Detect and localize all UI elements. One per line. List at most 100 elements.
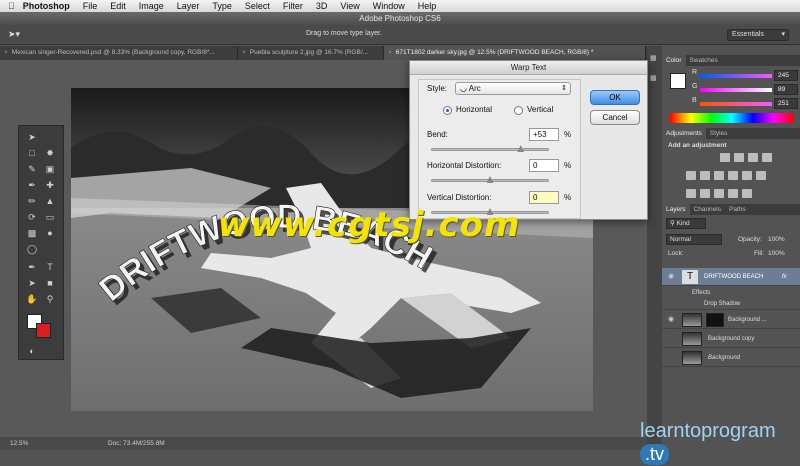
menu-select[interactable]: Select (245, 1, 270, 11)
path-select-icon[interactable]: ➤ (25, 276, 39, 290)
tab-driftwood[interactable]: × 671T1802 darker sky.jpg @ 12.5% (DRIFTW… (384, 46, 646, 60)
layer-name[interactable]: Background ... (728, 311, 767, 329)
menu-view[interactable]: View (340, 1, 359, 11)
slider-b[interactable]: B 251 (670, 97, 798, 110)
b-ramp[interactable] (700, 102, 772, 106)
gradient-tool-icon[interactable]: ▩ (25, 226, 39, 240)
exposure-icon[interactable] (762, 153, 772, 162)
layer-row[interactable]: ◉ Background ... (662, 311, 800, 329)
layer-row[interactable]: □ Background (662, 349, 800, 367)
r-ramp[interactable] (700, 74, 772, 78)
eraser-icon[interactable]: ▭ (43, 210, 57, 224)
close-icon[interactable]: × (242, 49, 246, 56)
hdist-input[interactable]: 0 (529, 159, 559, 172)
posterize-icon[interactable] (700, 189, 710, 198)
properties-icon[interactable]: ▦ (650, 74, 659, 82)
menu-edit[interactable]: Edit (110, 1, 126, 11)
menu-image[interactable]: Image (139, 1, 164, 11)
shape-tool-icon[interactable]: ■ (43, 276, 57, 290)
menu-window[interactable]: Window (373, 1, 405, 11)
g-value[interactable]: 89 (774, 84, 798, 95)
vibrance-icon[interactable] (686, 171, 696, 180)
opacity-value[interactable]: 100% (768, 236, 785, 243)
move-tool-preset-icon[interactable]: ➤▾ (8, 29, 30, 41)
workspace-select[interactable]: Essentials ▾ (727, 29, 789, 41)
lasso-tool-icon[interactable]: ✸ (43, 146, 57, 160)
history-brush-icon[interactable]: ⟳ (25, 210, 39, 224)
healing-brush-icon[interactable]: ✚ (43, 178, 57, 192)
tab-mexican-singer[interactable]: × Mexican singer-Recovered.psd @ 8.33% (B… (0, 46, 238, 60)
channel-mixer-icon[interactable] (756, 171, 766, 180)
menu-3d[interactable]: 3D (316, 1, 328, 11)
tab-puebla-sculpture[interactable]: × Puebla sculpture 2.jpg @ 16.7% (RGB/... (238, 46, 384, 60)
vdist-input[interactable]: 0 (529, 191, 559, 204)
layer-name[interactable]: DRIFTWOOD BEACH (704, 268, 763, 286)
brightness-icon[interactable] (720, 153, 730, 162)
blur-tool-icon[interactable]: ● (43, 226, 57, 240)
layer-filter-select[interactable]: ⚲ Kind (666, 218, 706, 229)
eye-icon[interactable]: □ (668, 354, 677, 362)
tab-styles[interactable]: Styles (706, 128, 732, 139)
g-ramp[interactable] (700, 88, 772, 92)
crop-tool-icon[interactable]: ▣ (43, 162, 57, 176)
move-tool-icon[interactable]: ➤ (25, 130, 39, 144)
horizontal-radio[interactable] (443, 106, 452, 115)
hdist-slider-knob[interactable] (486, 176, 494, 183)
ok-button[interactable]: OK (590, 90, 640, 105)
marquee-tool-icon[interactable]: □ (25, 146, 39, 160)
bend-slider-knob[interactable] (517, 145, 525, 152)
fill-value[interactable]: 100% (768, 250, 785, 257)
layer-mask-thumbnail[interactable] (706, 313, 724, 327)
cancel-button[interactable]: Cancel (590, 110, 640, 125)
quick-mask-icon[interactable]: ◐ (25, 344, 39, 358)
black-white-icon[interactable] (728, 171, 738, 180)
apple-icon[interactable]:  (8, 1, 15, 11)
eye-icon[interactable]: ◉ (668, 273, 677, 281)
brush-tool-icon[interactable]: ✏ (25, 194, 39, 208)
menu-type[interactable]: Type (212, 1, 232, 11)
history-icon[interactable]: ▦ (650, 54, 659, 62)
style-select[interactable]: ◡ Arc ⇕ (455, 82, 571, 95)
slider-g[interactable]: G 89 (670, 83, 798, 96)
background-color-swatch[interactable] (36, 323, 51, 338)
hdist-slider[interactable] (431, 176, 549, 183)
vertical-label[interactable]: Vertical (527, 105, 553, 114)
layer-name[interactable]: Background copy (708, 330, 754, 348)
eye-icon[interactable]: □ (668, 335, 677, 343)
photo-filter-icon[interactable] (742, 171, 752, 180)
dodge-tool-icon[interactable]: ◯ (25, 242, 39, 256)
zoom-level[interactable]: 12.5% (10, 437, 28, 450)
b-value[interactable]: 251 (774, 98, 798, 109)
close-icon[interactable]: × (4, 49, 8, 56)
color-balance-icon[interactable] (714, 171, 724, 180)
clone-stamp-icon[interactable]: ▲ (43, 194, 57, 208)
bend-input[interactable]: +53 (529, 128, 559, 141)
menu-file[interactable]: File (83, 1, 98, 11)
slider-r[interactable]: R 245 (670, 69, 798, 82)
horizontal-label[interactable]: Horizontal (456, 105, 492, 114)
r-value[interactable]: 245 (774, 70, 798, 81)
blend-mode-select[interactable]: Normal (666, 234, 722, 245)
menu-help[interactable]: Help (418, 1, 437, 11)
invert-icon[interactable] (686, 189, 696, 198)
hue-saturation-icon[interactable] (700, 171, 710, 180)
layer-effect-row[interactable]: Drop Shadow (662, 298, 800, 310)
close-icon[interactable]: × (388, 49, 392, 56)
fx-icon[interactable]: fx (782, 268, 787, 286)
menu-app[interactable]: Photoshop (23, 1, 70, 11)
layer-row[interactable]: ◉ T DRIFTWOOD BEACH fx (662, 268, 800, 286)
hand-tool-icon[interactable]: ✋ (25, 292, 39, 306)
eyedropper-icon[interactable]: ✒ (25, 178, 39, 192)
vertical-radio[interactable] (514, 106, 523, 115)
threshold-icon[interactable] (714, 189, 724, 198)
tab-paths[interactable]: Paths (725, 204, 750, 215)
menu-filter[interactable]: Filter (283, 1, 303, 11)
tab-color[interactable]: Color (662, 55, 686, 66)
selective-color-icon[interactable] (742, 189, 752, 198)
pen-tool-icon[interactable]: ✒ (25, 260, 39, 274)
type-tool-icon[interactable]: T (43, 260, 57, 274)
zoom-tool-icon[interactable]: ⚲ (43, 292, 57, 306)
tab-layers[interactable]: Layers (662, 204, 690, 215)
curves-icon[interactable] (748, 153, 758, 162)
eye-icon[interactable]: ◉ (668, 316, 677, 324)
